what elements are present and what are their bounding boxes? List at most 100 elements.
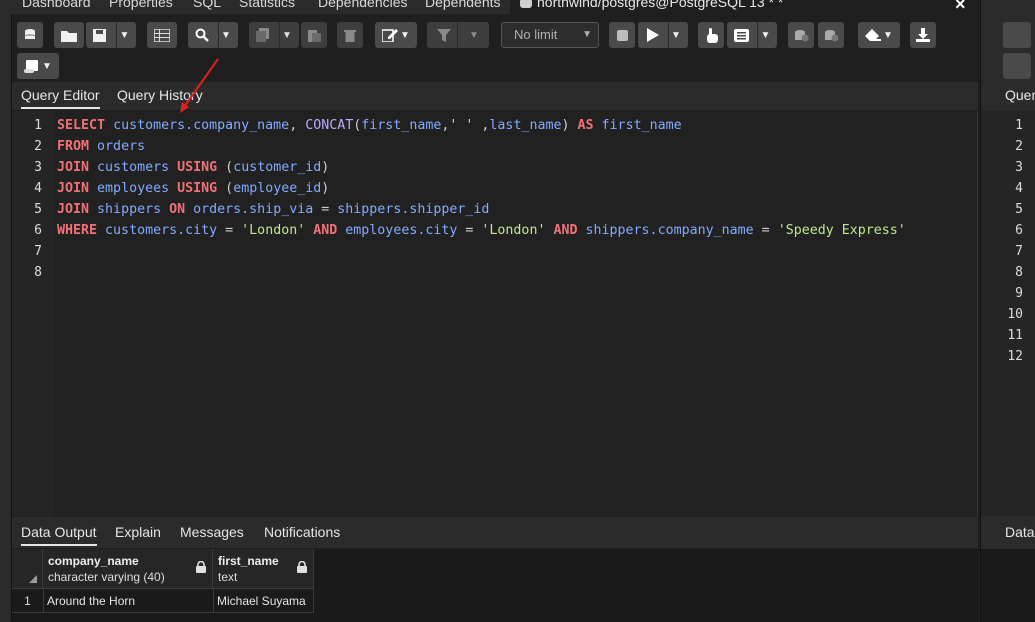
secondary-tab-data-output[interactable]: Data bbox=[1005, 524, 1035, 540]
search-icon bbox=[195, 28, 209, 42]
open-file-button[interactable] bbox=[54, 22, 84, 48]
code-line: JOIN employees USING (employee_id) bbox=[57, 181, 330, 196]
pgadmin-window: Dashboard Properties SQL Statistics Depe… bbox=[0, 0, 1035, 622]
db-commit-icon bbox=[794, 29, 808, 41]
tab-sql[interactable]: SQL bbox=[193, 0, 221, 10]
result-grid: company_name character varying (40) firs… bbox=[12, 549, 978, 622]
chevron-down-icon[interactable]: ▼ bbox=[883, 30, 893, 41]
paste-button[interactable] bbox=[301, 22, 327, 48]
line-number: 8 bbox=[34, 265, 42, 280]
query-tool-tab-icon bbox=[520, 0, 532, 8]
rollback-button[interactable] bbox=[818, 22, 844, 48]
tab-explain[interactable]: Explain bbox=[115, 524, 161, 540]
chevron-down-icon[interactable]: ▼ bbox=[42, 61, 52, 72]
line-number: 12 bbox=[1007, 349, 1023, 364]
save-file-button[interactable]: ▼ bbox=[86, 22, 136, 48]
tab-properties[interactable]: Properties bbox=[109, 0, 173, 10]
chevron-down-icon[interactable]: ▼ bbox=[400, 30, 410, 41]
row-number: 1 bbox=[24, 594, 31, 608]
secondary-db-button[interactable] bbox=[1003, 22, 1031, 48]
tab-notifications[interactable]: Notifications bbox=[264, 524, 340, 540]
code-line: JOIN customers USING (customer_id) bbox=[57, 160, 330, 175]
list-icon bbox=[733, 28, 749, 42]
tab-statistics[interactable]: Statistics bbox=[239, 0, 295, 10]
line-number: 9 bbox=[1015, 286, 1023, 301]
close-tab-icon[interactable]: × bbox=[955, 0, 966, 14]
tab-messages[interactable]: Messages bbox=[180, 524, 244, 540]
top-tab-strip: Dashboard Properties SQL Statistics Depe… bbox=[0, 0, 1035, 14]
line-number: 5 bbox=[1015, 202, 1023, 217]
macros-button[interactable]: ▼ bbox=[17, 53, 59, 79]
find-button[interactable]: ▼ bbox=[188, 22, 238, 48]
clear-button[interactable]: ▼ bbox=[858, 22, 900, 48]
execute-button[interactable]: ▼ bbox=[638, 22, 688, 48]
select-all-corner[interactable] bbox=[12, 549, 43, 589]
tab-dependencies[interactable]: Dependencies bbox=[318, 0, 408, 10]
copy-icon bbox=[256, 28, 270, 42]
tab-dashboard[interactable]: Dashboard bbox=[22, 0, 91, 10]
column-type: text bbox=[218, 570, 238, 584]
secondary-query-panel: Quer 1 2 3 4 5 6 7 8 9 10 11 12 Data bbox=[980, 0, 1035, 622]
explain-options-button[interactable]: ▼ bbox=[727, 22, 777, 48]
edit-data-button[interactable] bbox=[147, 22, 177, 48]
cell-company-name[interactable]: Around the Horn bbox=[43, 594, 213, 608]
tab-query-tool[interactable]: northwind/postgres@PostgreSQL 13 * * bbox=[537, 0, 783, 10]
download-button[interactable] bbox=[910, 22, 936, 48]
chevron-down-icon[interactable]: ▼ bbox=[120, 30, 130, 41]
line-number: 3 bbox=[1015, 160, 1023, 175]
left-panel-edge bbox=[0, 0, 12, 622]
line-number: 5 bbox=[34, 202, 42, 217]
column-header-first-name[interactable]: first_name text bbox=[213, 549, 314, 589]
play-icon bbox=[647, 28, 660, 42]
filter-button[interactable]: ▼ bbox=[427, 22, 489, 48]
chevron-down-icon[interactable]: ▼ bbox=[221, 30, 231, 41]
stop-icon bbox=[616, 29, 628, 41]
trash-icon bbox=[344, 30, 356, 42]
line-number: 6 bbox=[34, 223, 42, 238]
cancel-query-button[interactable] bbox=[609, 22, 635, 48]
code-line: FROM orders bbox=[57, 139, 146, 154]
copy-button[interactable]: ▼ bbox=[249, 22, 299, 48]
tab-data-output[interactable]: Data Output bbox=[21, 524, 97, 546]
table-row[interactable]: 1 Around the Horn Michael Suyama bbox=[12, 589, 314, 613]
delete-button[interactable] bbox=[337, 22, 363, 48]
code-line: JOIN shippers ON orders.ship_via = shipp… bbox=[57, 202, 490, 217]
secondary-tab-query-editor[interactable]: Quer bbox=[1005, 87, 1035, 103]
line-number: 2 bbox=[34, 139, 42, 154]
secondary-grid bbox=[981, 549, 1035, 622]
line-number: 8 bbox=[1015, 265, 1023, 280]
explain-button[interactable] bbox=[698, 22, 724, 48]
chevron-down-icon[interactable]: ▼ bbox=[282, 30, 292, 41]
scroll-icon bbox=[24, 59, 39, 73]
download-icon bbox=[916, 28, 930, 42]
db-rollback-icon bbox=[824, 29, 838, 41]
cell-first-name[interactable]: Michael Suyama bbox=[213, 594, 314, 608]
output-tab-bar: Data Output Explain Messages Notificatio… bbox=[12, 517, 978, 548]
row-limit-select[interactable]: No limit ▼ bbox=[501, 22, 599, 48]
chevron-down-icon[interactable]: ▼ bbox=[469, 30, 479, 41]
editor-tab-bar: Query Editor Query History bbox=[12, 82, 978, 110]
commit-button[interactable] bbox=[788, 22, 814, 48]
column-name: company_name bbox=[48, 554, 139, 568]
column-type: character varying (40) bbox=[48, 570, 165, 584]
sql-editor[interactable]: 1 2 3 4 5 6 7 8 SELECT customers.company… bbox=[12, 111, 978, 516]
corner-triangle-icon bbox=[29, 575, 37, 583]
chevron-down-icon[interactable]: ▼ bbox=[761, 30, 771, 41]
tab-dependents[interactable]: Dependents bbox=[425, 0, 501, 10]
line-number: 7 bbox=[1015, 244, 1023, 259]
line-number: 6 bbox=[1015, 223, 1023, 238]
line-number: 10 bbox=[1007, 307, 1023, 322]
lock-icon bbox=[196, 561, 206, 573]
folder-icon bbox=[61, 30, 77, 42]
column-name: first_name bbox=[218, 554, 279, 568]
tab-query-editor[interactable]: Query Editor bbox=[21, 87, 100, 109]
chevron-down-icon[interactable]: ▼ bbox=[671, 30, 681, 41]
secondary-editor-tabs: Quer bbox=[981, 82, 1035, 110]
open-in-new-tab-button[interactable] bbox=[17, 22, 43, 48]
column-header-company-name[interactable]: company_name character varying (40) bbox=[43, 549, 213, 589]
line-number: 1 bbox=[34, 118, 42, 133]
secondary-toolbar-button[interactable] bbox=[1003, 53, 1031, 79]
eraser-icon bbox=[865, 29, 882, 41]
code-line: WHERE customers.city = 'London' AND empl… bbox=[57, 223, 906, 238]
edit-menu-button[interactable]: ▼ bbox=[375, 22, 417, 48]
